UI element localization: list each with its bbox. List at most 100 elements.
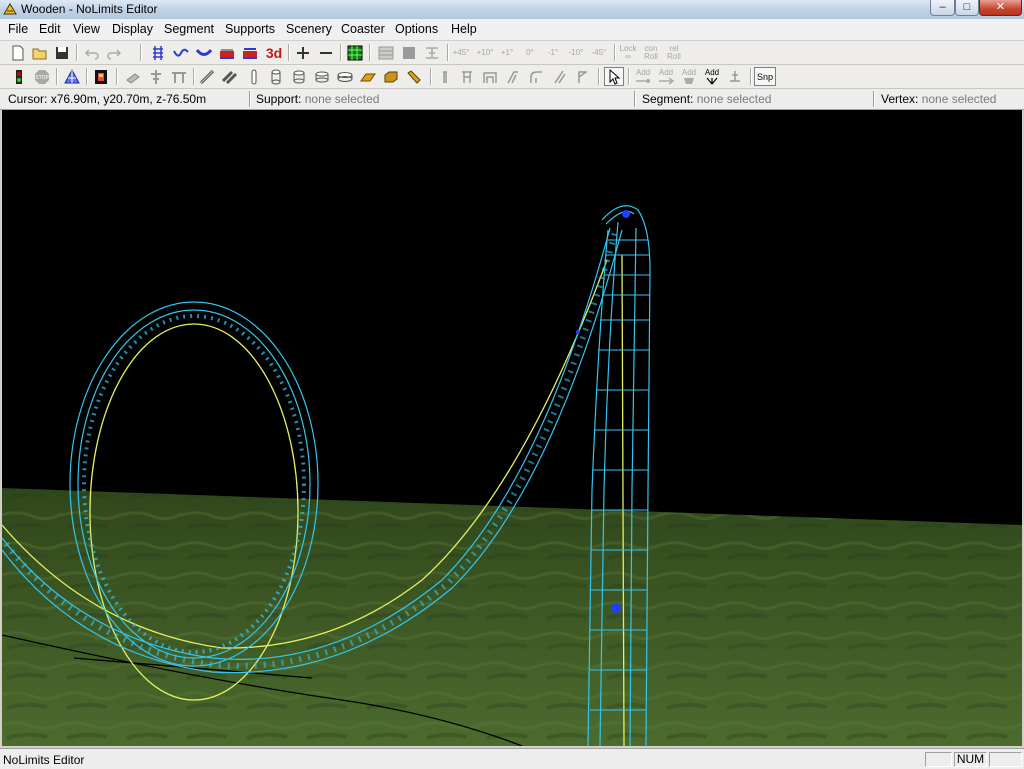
add-connector-label: Add	[658, 67, 674, 77]
add-joint-label: Add	[635, 67, 651, 77]
lock-link-icon: ∞	[625, 51, 631, 61]
beam-wood-button[interactable]	[404, 67, 424, 86]
post-button[interactable]	[435, 67, 455, 86]
add-connector-button[interactable]: Add	[656, 67, 676, 86]
menu-edit[interactable]: Edit	[39, 22, 61, 36]
tube-button[interactable]	[244, 67, 264, 86]
eraser-button[interactable]	[123, 67, 143, 86]
cylinder-wide-button[interactable]	[312, 67, 332, 86]
vertex-node-bottom[interactable]	[611, 603, 621, 613]
menu-help[interactable]: Help	[451, 22, 477, 36]
post-frame-button[interactable]	[457, 67, 477, 86]
add-footer-label: Add	[681, 67, 697, 77]
slant-frame-button[interactable]	[503, 67, 523, 86]
joint-icon	[636, 78, 650, 83]
menu-display[interactable]: Display	[112, 22, 153, 36]
double-rod-button[interactable]	[220, 67, 240, 86]
menu-scenery[interactable]: Scenery	[286, 22, 332, 36]
align-button[interactable]	[422, 43, 442, 62]
cantilever-frame-button[interactable]	[572, 67, 592, 86]
add-free-node-button[interactable]: Add	[702, 67, 722, 86]
support-pole-button[interactable]	[146, 67, 166, 86]
traffic-light-button[interactable]	[9, 67, 29, 86]
track-vertical-button[interactable]	[148, 43, 168, 62]
diagonal-frame-icon	[554, 70, 566, 83]
arch-frame-icon	[483, 71, 497, 83]
arch-frame-button[interactable]	[480, 67, 500, 86]
scene-canvas[interactable]	[2, 110, 1022, 746]
cylinder-medium-icon	[293, 70, 305, 83]
rod-icon	[199, 69, 215, 84]
menu-options[interactable]: Options	[395, 22, 438, 36]
support-readout: Support: none selected	[256, 92, 379, 106]
post-frame-icon	[462, 70, 472, 83]
menu-supports[interactable]: Supports	[225, 22, 275, 36]
block-view-button[interactable]	[399, 43, 419, 62]
diagonal-frame-button[interactable]	[549, 67, 569, 86]
block-wood-button[interactable]	[381, 67, 401, 86]
table-view-button[interactable]	[376, 43, 396, 62]
track-curve-button[interactable]	[171, 43, 191, 62]
3d-view-button[interactable]: 3d	[264, 43, 284, 62]
vertex-node-mid[interactable]	[576, 330, 580, 334]
stop-button[interactable]: STOP	[32, 67, 52, 86]
redo-icon	[107, 48, 122, 60]
stop-label: STOP	[35, 75, 48, 81]
footer-icon	[684, 77, 694, 84]
menu-segment[interactable]: Segment	[164, 22, 214, 36]
lock-button[interactable]: Lock ∞	[618, 43, 638, 62]
ground-anchor-icon	[730, 70, 740, 82]
redo-button[interactable]	[104, 43, 124, 62]
bent-frame-button[interactable]	[526, 67, 546, 86]
plank-button[interactable]	[358, 67, 378, 86]
grid-button[interactable]	[345, 43, 365, 62]
3d-viewport[interactable]	[2, 110, 1022, 746]
ground-anchor-button[interactable]	[725, 67, 745, 86]
con-roll-button[interactable]: con Roll	[641, 43, 661, 62]
angle-minus1-button[interactable]: -1°	[543, 43, 563, 62]
support-beam-button[interactable]	[169, 67, 189, 86]
title-bar[interactable]: Wooden - NoLimits Editor – □ ✕	[0, 0, 1024, 20]
rel-roll-button[interactable]: rel Roll	[664, 43, 684, 62]
angle-plus45-button[interactable]: +45°	[450, 43, 472, 62]
menu-file[interactable]: File	[8, 22, 28, 36]
app-icon	[3, 2, 17, 16]
cylinder-medium-button[interactable]	[289, 67, 309, 86]
train-red-button[interactable]	[217, 43, 237, 62]
cylinder-small-button[interactable]	[266, 67, 286, 86]
post-icon	[443, 70, 447, 83]
minimize-button[interactable]: –	[930, 0, 955, 16]
cursor-label: Cursor:	[8, 92, 48, 106]
angle-minus45-button[interactable]: -45°	[588, 43, 610, 62]
maximize-button[interactable]: □	[955, 0, 979, 16]
open-file-button[interactable]	[30, 43, 50, 62]
add-vertex-button[interactable]	[293, 43, 313, 62]
vertex-node-top[interactable]	[622, 210, 630, 218]
wood-beam-icon	[407, 69, 421, 84]
cylinder-small-icon	[271, 69, 281, 84]
add-footer-button[interactable]: Add	[679, 67, 699, 86]
new-file-button[interactable]	[8, 43, 28, 62]
status-panel-scroll	[989, 752, 1022, 767]
angle-zero-button[interactable]: 0°	[520, 43, 540, 62]
save-button[interactable]	[52, 43, 72, 62]
angle-minus10-button[interactable]: -10°	[565, 43, 587, 62]
rod-button[interactable]	[197, 67, 217, 86]
undo-button[interactable]	[82, 43, 102, 62]
disc-button[interactable]	[335, 67, 355, 86]
snap-toggle-button[interactable]: Snp	[754, 67, 776, 86]
remove-vertex-button[interactable]	[316, 43, 336, 62]
film-strip-button[interactable]	[91, 67, 111, 86]
select-tool-button[interactable]	[604, 67, 624, 86]
close-button[interactable]: ✕	[979, 0, 1022, 16]
rel-roll-label-bottom: Roll	[667, 51, 681, 61]
pyramid-support-button[interactable]	[62, 67, 82, 86]
angle-plus1-button[interactable]: +1°	[497, 43, 517, 62]
segment-label: Segment:	[642, 92, 694, 106]
menu-coaster[interactable]: Coaster	[341, 22, 385, 36]
train-blue-button[interactable]	[240, 43, 260, 62]
add-joint-button[interactable]: Add	[633, 67, 653, 86]
track-valley-button[interactable]	[194, 43, 214, 62]
angle-plus10-button[interactable]: +10°	[474, 43, 496, 62]
menu-view[interactable]: View	[73, 22, 100, 36]
